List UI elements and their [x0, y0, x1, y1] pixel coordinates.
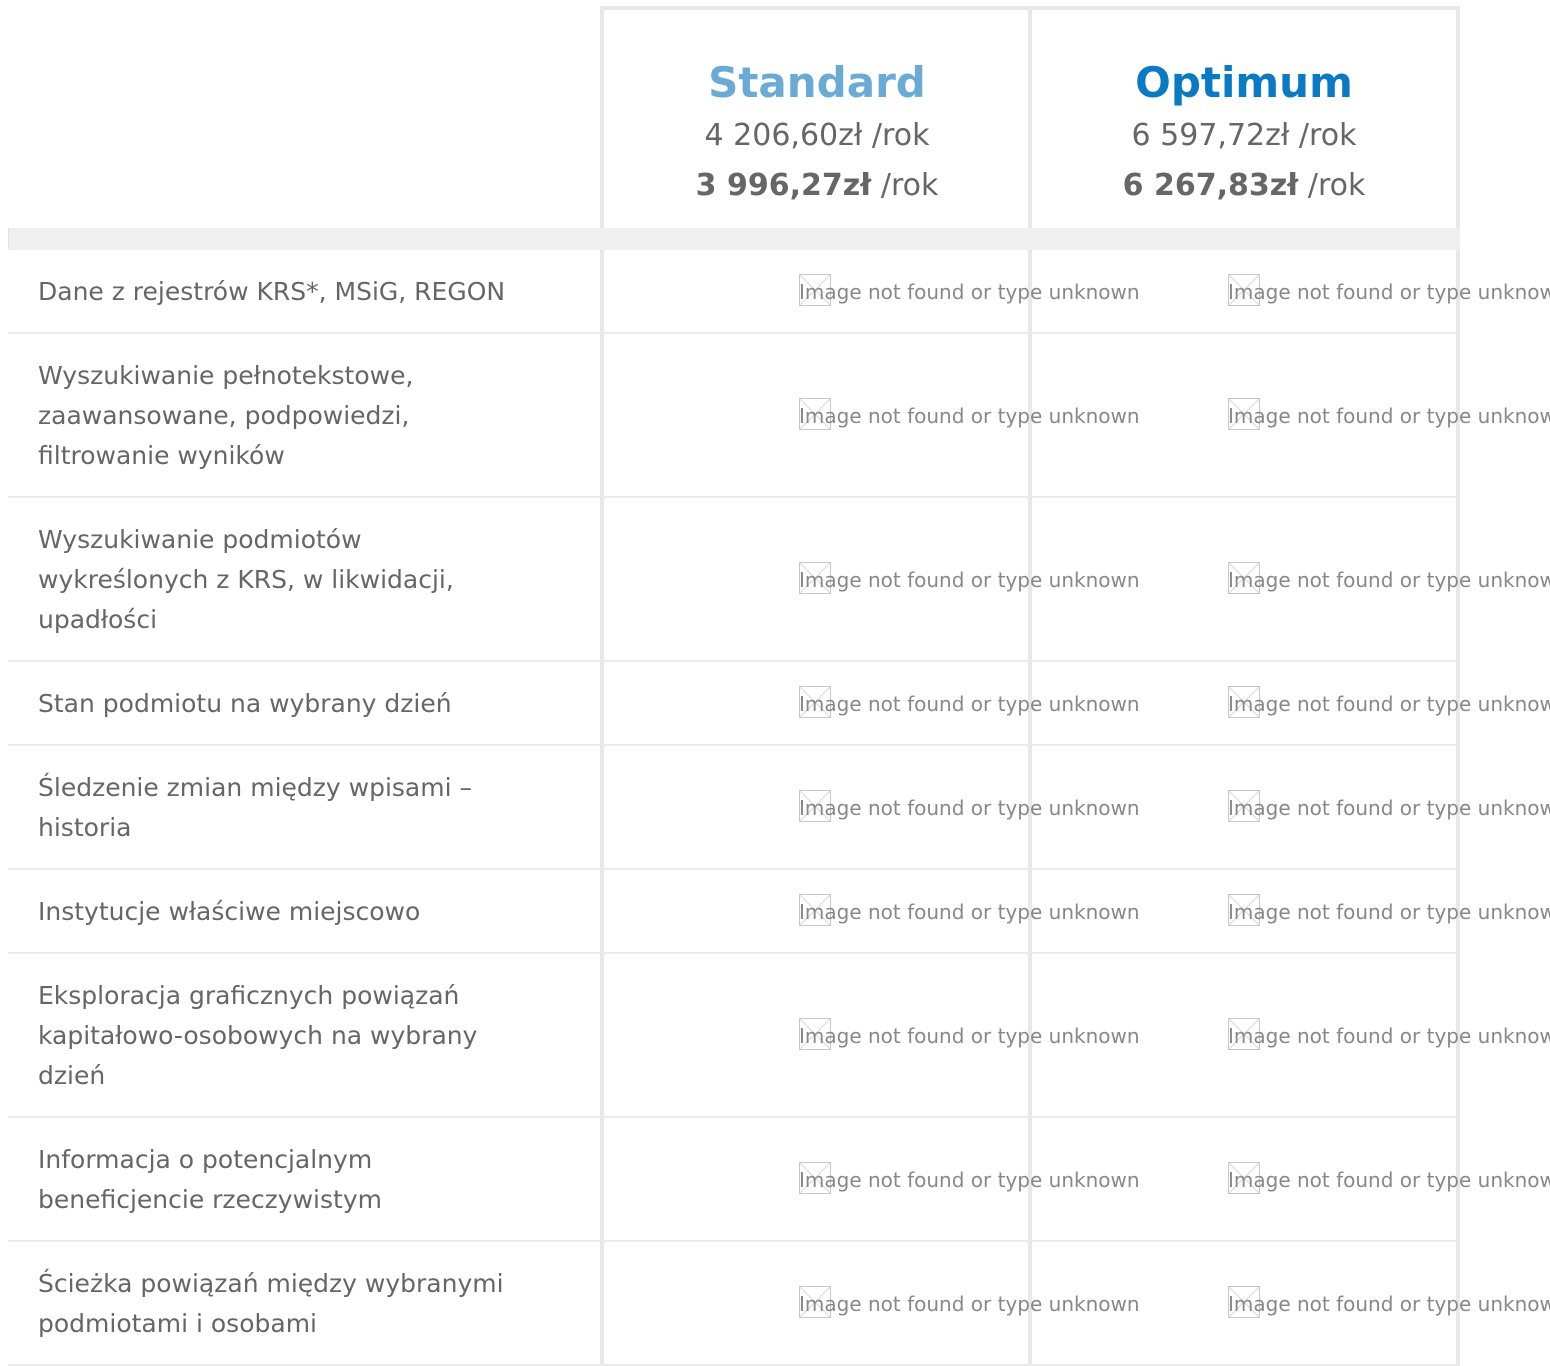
plan-standard-price-discount-suffix: /rok: [871, 168, 939, 203]
feature-label: Wyszukiwanie pełnotekstowe, zaawansowane…: [38, 361, 414, 470]
table-row: Informacja o potencjalnym beneficjencie …: [8, 1118, 1550, 1242]
header-divider: [8, 228, 1460, 250]
table-row: Eksploracja graficznych powiązań kapitał…: [8, 954, 1550, 1118]
broken-image-text: Image not found or type unknown: [799, 900, 1140, 924]
broken-image-text: Image not found or type unknown: [799, 1024, 1140, 1048]
plan-optimum-price-regular: 6 597,72zł /rok: [1131, 118, 1357, 153]
table-row: Dane z rejestrów KRS*, MSiG, REGON Image …: [8, 250, 1550, 334]
feature-label: Eksploracja graficznych powiązań kapitał…: [38, 981, 478, 1090]
plan-optimum-name: Optimum: [1135, 58, 1353, 107]
feature-label: Ścieżka powiązań między wybranymi podmio…: [38, 1269, 504, 1338]
plan-standard-price-discount: 3 996,27zł /rok: [604, 166, 1030, 206]
table-row: Śledzenie zmian między wpisami – histori…: [8, 746, 1550, 870]
feature-label: Instytucje właściwe miejscowo: [38, 897, 421, 926]
plan-standard-name: Standard: [708, 58, 926, 107]
broken-image-text: Image not found or type unknown: [799, 796, 1140, 820]
table-row: Wyszukiwanie podmiotów wykreślonych z KR…: [8, 498, 1550, 662]
table-row: Stan podmiotu na wybrany dzień Image not …: [8, 662, 1550, 746]
table-row: Instytucje właściwe miejscowo Image not f…: [8, 870, 1550, 954]
feature-label: Informacja o potencjalnym beneficjencie …: [38, 1145, 382, 1214]
table-row: Wyszukiwanie pełnotekstowe, zaawansowane…: [8, 334, 1550, 498]
broken-image-text: Image not found or type unknown: [1228, 1168, 1550, 1192]
broken-image-text: Image not found or type unknown: [799, 280, 1140, 304]
plan-optimum-price-discount-suffix: /rok: [1298, 168, 1366, 203]
pricing-header: Standard 4 206,60zł /rok 3 996,27zł /rok…: [8, 6, 1460, 228]
plan-standard-price-regular: 4 206,60zł /rok: [704, 118, 930, 153]
broken-image-text: Image not found or type unknown: [799, 404, 1140, 428]
feature-rows: Dane z rejestrów KRS*, MSiG, REGON Image …: [8, 250, 1550, 1366]
broken-image-text: Image not found or type unknown: [1228, 568, 1550, 592]
plan-optimum: Optimum 6 597,72zł /rok 6 267,83zł /rok: [1028, 6, 1460, 228]
broken-image-text: Image not found or type unknown: [1228, 1024, 1550, 1048]
broken-image-text: Image not found or type unknown: [799, 692, 1140, 716]
feature-label: Dane z rejestrów KRS*, MSiG, REGON: [38, 277, 506, 306]
feature-label: Śledzenie zmian między wpisami – histori…: [38, 773, 472, 842]
table-row: Ścieżka powiązań między wybranymi podmio…: [8, 1242, 1550, 1366]
broken-image-text: Image not found or type unknown: [1228, 900, 1550, 924]
plan-optimum-price-discount: 6 267,83zł /rok: [1032, 166, 1456, 206]
broken-image-text: Image not found or type unknown: [1228, 1292, 1550, 1316]
plan-optimum-price-discount-value: 6 267,83zł: [1122, 168, 1299, 203]
broken-image-text: Image not found or type unknown: [1228, 280, 1550, 304]
plan-standard-price-discount-value: 3 996,27zł: [695, 168, 872, 203]
broken-image-text: Image not found or type unknown: [799, 1292, 1140, 1316]
broken-image-text: Image not found or type unknown: [799, 568, 1140, 592]
feature-label: Wyszukiwanie podmiotów wykreślonych z KR…: [38, 525, 454, 634]
broken-image-text: Image not found or type unknown: [799, 1168, 1140, 1192]
broken-image-text: Image not found or type unknown: [1228, 796, 1550, 820]
feature-label: Stan podmiotu na wybrany dzień: [38, 689, 452, 718]
plan-standard: Standard 4 206,60zł /rok 3 996,27zł /rok: [600, 6, 1030, 228]
pricing-comparison-table: Standard 4 206,60zł /rok 3 996,27zł /rok…: [8, 6, 1550, 1366]
broken-image-text: Image not found or type unknown: [1228, 692, 1550, 716]
broken-image-text: Image not found or type unknown: [1228, 404, 1550, 428]
